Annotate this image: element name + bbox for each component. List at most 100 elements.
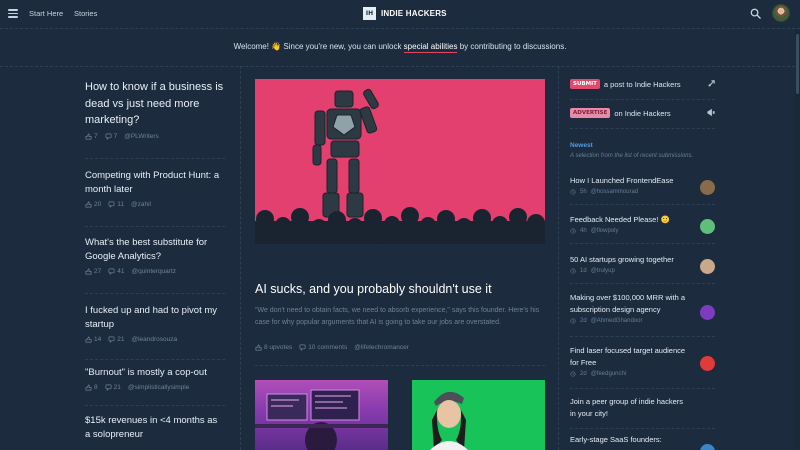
- sidebar-divider: [570, 204, 715, 205]
- newest-item-title[interactable]: Making over $100,000 MRR with a subscrip…: [570, 292, 690, 316]
- item-author[interactable]: @hossammourad: [591, 189, 638, 195]
- newest-item-title[interactable]: Feedback Needed Please! 🙂: [570, 214, 690, 226]
- upvote-count: 27: [94, 268, 102, 275]
- post-title[interactable]: Competing with Product Hunt: a month lat…: [85, 169, 225, 197]
- post-item[interactable]: What's the best substitute for Google An…: [85, 236, 225, 275]
- post-item[interactable]: Competing with Product Hunt: a month lat…: [85, 169, 225, 208]
- special-abilities-link[interactable]: special abilities: [403, 42, 458, 53]
- sidebar-divider: [570, 99, 715, 100]
- author-avatar[interactable]: [700, 444, 715, 450]
- feature-author[interactable]: @lifetechromancer: [354, 344, 409, 351]
- feature-comments: 10 comments: [308, 344, 348, 351]
- scrollbar-thumb[interactable]: [796, 34, 799, 94]
- submit-post-cta[interactable]: SUBMIT a post to Indie Hackers: [570, 79, 716, 89]
- clock-icon: [570, 228, 576, 234]
- newest-item[interactable]: Find laser focused target audience for F…: [570, 345, 716, 377]
- post-divider: [85, 359, 225, 360]
- item-time: 2d: [580, 371, 587, 377]
- post-meta: 8 21 @simplisticallysimple: [85, 384, 225, 391]
- story-thumbnail-desk[interactable]: [255, 380, 388, 450]
- submit-text: a post to Indie Hackers: [603, 79, 681, 89]
- welcome-banner: Welcome! 👋 Since you're new, you can unl…: [0, 42, 800, 53]
- author-avatar[interactable]: [700, 219, 715, 234]
- search-icon[interactable]: [750, 8, 761, 19]
- welcome-middle: Since you're new, you can unlock: [281, 42, 404, 51]
- megaphone-icon: [707, 108, 715, 117]
- post-title[interactable]: $15k revenues in <4 months as a solopren…: [85, 414, 225, 442]
- feature-image[interactable]: [255, 79, 545, 244]
- advertise-cta[interactable]: ADVERTISE on Indie Hackers: [570, 108, 716, 118]
- user-avatar[interactable]: [772, 4, 790, 22]
- submit-badge: SUBMIT: [570, 79, 600, 89]
- post-title[interactable]: I fucked up and had to pivot my startup: [85, 304, 225, 332]
- upvote-count: 7: [94, 132, 98, 140]
- feature-title[interactable]: AI sucks, and you probably shouldn't use…: [255, 282, 492, 296]
- post-title[interactable]: What's the best substitute for Google An…: [85, 236, 225, 264]
- nav-start-here[interactable]: Start Here: [29, 9, 63, 18]
- post-author[interactable]: @zahil: [131, 201, 151, 208]
- newest-item-title[interactable]: How I Launched FrontendEase: [570, 175, 690, 187]
- feature-excerpt: "We don't need to obtain facts, we need …: [255, 307, 540, 326]
- post-author[interactable]: @simplisticallysimple: [128, 384, 190, 391]
- item-author[interactable]: @trulyup: [591, 268, 615, 274]
- upvote-count: 20: [94, 201, 102, 208]
- post-divider: [85, 158, 225, 159]
- column-divider: [558, 66, 559, 450]
- post-author[interactable]: @PLWriters: [124, 133, 159, 140]
- nav-stories[interactable]: Stories: [74, 9, 97, 18]
- sidebar-divider: [570, 283, 715, 284]
- newest-item[interactable]: Join a peer group of indie hackers in yo…: [570, 396, 716, 420]
- hamburger-menu-icon[interactable]: [8, 9, 18, 18]
- item-author[interactable]: @feedgunchi: [591, 371, 626, 377]
- post-item[interactable]: I fucked up and had to pivot my startup …: [85, 304, 225, 343]
- author-avatar[interactable]: [700, 305, 715, 320]
- desk-illustration: [255, 389, 388, 450]
- newest-item[interactable]: Making over $100,000 MRR with a subscrip…: [570, 292, 716, 324]
- portrait-illustration: [412, 380, 545, 450]
- post-divider: [85, 293, 225, 294]
- newest-item-title[interactable]: Join a peer group of indie hackers in yo…: [570, 396, 690, 420]
- author-avatar[interactable]: [700, 356, 715, 371]
- post-item[interactable]: $15k revenues in <4 months as a solopren…: [85, 414, 225, 442]
- newest-item[interactable]: Early-stage SaaS founders:: [570, 434, 716, 450]
- advertise-text: on Indie Hackers: [614, 108, 671, 118]
- newest-item[interactable]: How I Launched FrontendEase 5h @hossammo…: [570, 175, 716, 195]
- brand[interactable]: IH INDIE HACKERS: [363, 7, 447, 20]
- top-bar: Start Here Stories IH INDIE HACKERS: [0, 0, 800, 28]
- sidebar-divider: [570, 243, 715, 244]
- comment-count: 21: [117, 336, 125, 343]
- author-avatar[interactable]: [700, 180, 715, 195]
- newest-item-title[interactable]: 50 AI startups growing together: [570, 254, 690, 266]
- post-author[interactable]: @quinterquartz: [131, 268, 176, 275]
- sidebar-divider: [570, 428, 715, 429]
- item-author[interactable]: @flowpoly: [591, 228, 619, 234]
- newest-label: Newest: [570, 142, 593, 149]
- post-item[interactable]: "Burnout" is mostly a cop-out 8 21 @simp…: [85, 366, 225, 391]
- brand-name: INDIE HACKERS: [381, 9, 447, 18]
- post-title[interactable]: "Burnout" is mostly a cop-out: [85, 366, 225, 380]
- newest-item-meta: 2d @AhmedGhandoor: [570, 318, 716, 324]
- header-divider: [0, 28, 800, 29]
- author-avatar[interactable]: [700, 259, 715, 274]
- item-time: 1d: [580, 268, 587, 274]
- newest-item[interactable]: Feedback Needed Please! 🙂 4h @flowpoly: [570, 214, 716, 234]
- comment-icon: [105, 384, 112, 391]
- item-author[interactable]: @AhmedGhandoor: [591, 318, 643, 324]
- post-title[interactable]: How to know if a business is dead vs jus…: [85, 79, 225, 129]
- post-author[interactable]: @leandrosouza: [131, 336, 177, 343]
- welcome-suffix: by contributing to discussions.: [457, 42, 567, 51]
- post-meta: 7 7 @PLWriters: [85, 133, 225, 140]
- newest-item[interactable]: 50 AI startups growing together 1d @trul…: [570, 254, 716, 274]
- newest-item-title[interactable]: Early-stage SaaS founders:: [570, 434, 690, 446]
- welcome-prefix: Welcome!: [233, 42, 272, 51]
- post-meta: 14 21 @leandrosouza: [85, 336, 225, 343]
- post-item[interactable]: How to know if a business is dead vs jus…: [85, 79, 225, 140]
- comment-icon: [108, 336, 115, 343]
- item-time: 5h: [580, 189, 587, 195]
- wave-emoji: 👋: [271, 42, 282, 51]
- upvote-icon: [85, 201, 92, 208]
- newest-item-title[interactable]: Find laser focused target audience for F…: [570, 345, 690, 369]
- clock-icon: [570, 371, 576, 377]
- story-thumbnail-portrait[interactable]: [412, 380, 545, 450]
- main-divider: [255, 365, 545, 366]
